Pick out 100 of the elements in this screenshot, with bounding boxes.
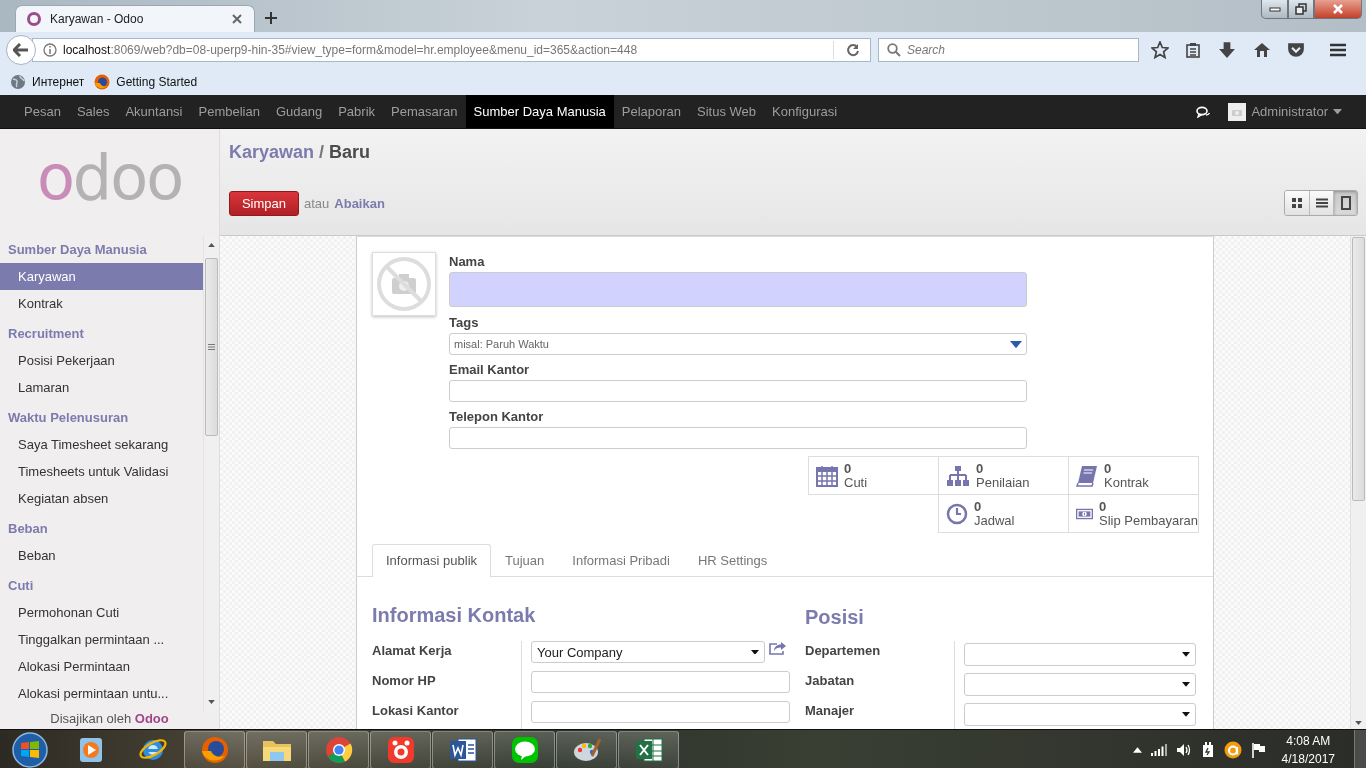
sidebar-item[interactable]: Beban bbox=[0, 542, 204, 569]
sidebar-item[interactable]: Tinggalkan permintaan ... bbox=[0, 626, 204, 653]
clock-icon bbox=[946, 502, 968, 525]
home-icon[interactable] bbox=[1253, 42, 1271, 58]
tags-field[interactable]: misal: Paruh Waktu bbox=[449, 333, 1027, 355]
menu-item[interactable]: Akuntansi bbox=[117, 95, 191, 128]
tab[interactable]: Tujuan bbox=[491, 544, 559, 576]
url-field[interactable]: localhost:8069/web?db=08-uperp9-hin-35#view_type=form&model=hr.employee&menu_id=365&action=448 bbox=[32, 38, 871, 62]
dropdown-field[interactable] bbox=[964, 673, 1196, 696]
scroll-down-icon[interactable] bbox=[208, 700, 216, 704]
app-tray-icon[interactable] bbox=[1223, 741, 1242, 759]
sidebar-item[interactable]: Lamaran bbox=[0, 374, 204, 401]
sidebar-item[interactable]: Posisi Pekerjaan bbox=[0, 347, 204, 374]
sidebar-item[interactable]: Karyawan bbox=[0, 263, 204, 290]
section-title: Recruitment bbox=[7, 325, 85, 343]
spreadsheet-icon[interactable] bbox=[633, 736, 664, 764]
menu-item[interactable]: Pembelian bbox=[190, 95, 268, 128]
start-button[interactable] bbox=[11, 731, 49, 768]
odoo-link[interactable]: Odoo bbox=[134, 711, 169, 726]
scroll-up-icon[interactable] bbox=[208, 243, 216, 247]
save-button[interactable]: Simpan bbox=[229, 190, 299, 216]
sidebar-item[interactable]: Kegiatan absen bbox=[0, 485, 204, 512]
smart-button[interactable]: 0 Kontrak bbox=[1068, 456, 1199, 495]
tab[interactable]: HR Settings bbox=[683, 544, 782, 576]
clock[interactable]: 4:08 AM 4/18/2017 bbox=[1281, 732, 1335, 768]
user-menu[interactable]: Administrator bbox=[1228, 102, 1342, 121]
minimize-icon[interactable] bbox=[1261, 0, 1288, 19]
phone-field[interactable] bbox=[449, 427, 1027, 449]
search-field[interactable]: Search bbox=[878, 38, 1139, 62]
dropdown-field[interactable] bbox=[964, 703, 1196, 726]
smart-button[interactable]: 0 Jadwal bbox=[938, 494, 1069, 533]
text-field[interactable] bbox=[531, 701, 790, 723]
bookmark-link[interactable]: Интернет bbox=[10, 73, 85, 90]
close-icon[interactable] bbox=[232, 14, 242, 24]
show-hidden-icons[interactable] bbox=[1132, 747, 1142, 753]
reload-icon[interactable] bbox=[846, 43, 860, 57]
scrollbar-thumb[interactable] bbox=[205, 258, 218, 436]
chat-icon[interactable] bbox=[1196, 105, 1211, 118]
firefox-icon bbox=[94, 73, 111, 90]
firefox-icon[interactable] bbox=[199, 735, 230, 765]
list-view-button[interactable] bbox=[1309, 191, 1333, 215]
caret-icon bbox=[751, 649, 759, 655]
dropdown-field[interactable] bbox=[964, 643, 1196, 666]
chrome-icon[interactable] bbox=[323, 735, 354, 765]
org-chart-icon bbox=[946, 464, 970, 487]
info-icon[interactable] bbox=[43, 43, 57, 57]
close-icon[interactable] bbox=[1314, 0, 1362, 19]
reading-list-icon[interactable] bbox=[1185, 42, 1201, 58]
field-label: Nama bbox=[449, 253, 486, 271]
new-tab-icon[interactable] bbox=[265, 12, 277, 24]
tab[interactable]: Informasi Pribadi bbox=[558, 544, 684, 576]
restore-icon[interactable] bbox=[1288, 0, 1314, 19]
volume-icon[interactable] bbox=[1175, 743, 1192, 757]
name-field[interactable] bbox=[449, 272, 1027, 307]
grid-icon bbox=[1292, 198, 1302, 208]
sidebar-item[interactable]: Alokasi permintaan untu... bbox=[0, 680, 204, 707]
scroll-down-icon[interactable] bbox=[1355, 721, 1362, 725]
menu-item[interactable]: Sales bbox=[68, 95, 118, 128]
email-field[interactable] bbox=[449, 380, 1027, 402]
odoo-logo: odoo bbox=[36, 147, 183, 209]
paint-icon[interactable] bbox=[571, 736, 602, 764]
chat-app-icon[interactable] bbox=[509, 735, 540, 765]
flag-icon[interactable] bbox=[1250, 742, 1267, 758]
pocket-icon[interactable] bbox=[1287, 42, 1305, 58]
signal-icon[interactable] bbox=[1150, 744, 1167, 756]
sidebar-item[interactable]: Kontrak bbox=[0, 290, 204, 317]
menu-item[interactable]: Konfigurasi bbox=[764, 95, 846, 128]
menu-item[interactable]: Pabrik bbox=[330, 95, 384, 128]
scrollbar[interactable] bbox=[1350, 236, 1366, 729]
browser-tab[interactable]: Karyawan - Odoo bbox=[15, 5, 255, 32]
scrollbar-thumb[interactable] bbox=[1352, 237, 1365, 501]
menu-item[interactable]: Gudang bbox=[267, 95, 331, 128]
menu-icon[interactable] bbox=[1329, 42, 1347, 58]
field-label: Jabatan bbox=[805, 671, 955, 701]
power-icon[interactable] bbox=[1200, 742, 1215, 758]
sidebar-item[interactable]: Alokasi Permintaan bbox=[0, 653, 204, 680]
sidebar-item[interactable]: Permohonan Cuti bbox=[0, 599, 204, 626]
external-link-icon[interactable] bbox=[769, 641, 787, 655]
menu-item[interactable]: Pesan bbox=[16, 95, 69, 128]
sidebar-item[interactable]: Timesheets untuk Validasi bbox=[0, 458, 204, 485]
menu-item[interactable]: Pemasaran bbox=[383, 95, 466, 128]
download-icon[interactable] bbox=[1217, 41, 1237, 59]
avatar-icon bbox=[1228, 102, 1247, 121]
star-icon[interactable] bbox=[1151, 41, 1169, 59]
menu-item[interactable]: Pelaporan bbox=[613, 95, 690, 128]
kanban-view-button[interactable] bbox=[1285, 191, 1309, 215]
smart-button[interactable]: 0 Cuti bbox=[808, 456, 939, 495]
sidebar-item[interactable]: Saya Timesheet sekarang bbox=[0, 431, 204, 458]
dropdown-field[interactable]: Your Company bbox=[531, 641, 765, 663]
document-icon[interactable] bbox=[447, 736, 478, 764]
text-field[interactable] bbox=[531, 671, 790, 693]
bookmark-link[interactable]: Getting Started bbox=[94, 73, 198, 90]
menu-item[interactable]: Sumber Daya Manusia bbox=[465, 95, 614, 128]
caret-icon bbox=[1010, 341, 1022, 349]
back-button[interactable] bbox=[6, 35, 36, 65]
smart-button[interactable]: 0 Slip Pembayaran bbox=[1068, 494, 1199, 533]
menu-item[interactable]: Situs Web bbox=[689, 95, 765, 128]
app-icon[interactable] bbox=[385, 735, 416, 765]
tab[interactable]: Informasi publik bbox=[372, 544, 492, 577]
form-view-button[interactable] bbox=[1333, 191, 1357, 215]
